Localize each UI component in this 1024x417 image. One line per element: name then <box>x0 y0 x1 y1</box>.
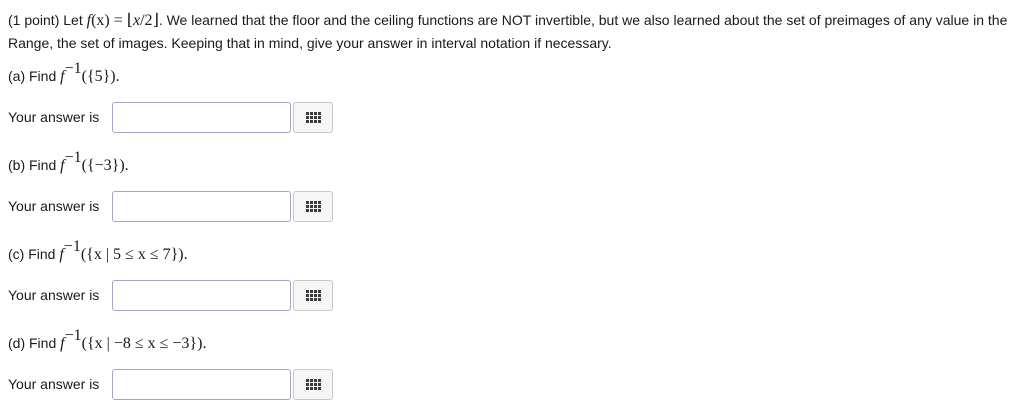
answer-input-c[interactable] <box>112 279 291 311</box>
answer-row-a: Your answer is <box>8 101 333 133</box>
math-f: f <box>60 157 65 174</box>
part-b-label: (b) Find <box>8 157 61 173</box>
answer-row-c: Your answer is <box>8 279 333 311</box>
math-inverse-exp: −1 <box>64 60 82 78</box>
answer-label: Your answer is <box>8 109 100 125</box>
math-arg: (x) = <box>91 12 127 29</box>
part-b-title: (b) Find f−1({−3}). <box>8 150 129 177</box>
floor-div: /2 <box>140 12 153 29</box>
point-label: (1 point) Let <box>8 12 87 28</box>
math-f: f <box>60 335 65 352</box>
answer-input-a[interactable] <box>112 101 291 133</box>
part-d-label: (d) Find <box>8 335 61 351</box>
problem-container: (1 point) Let f(x) = ⌊x/2⌋. We learned t… <box>0 0 1024 417</box>
part-d-set: ({x | −8 ≤ x ≤ −3}). <box>81 335 207 352</box>
part-c-label: (c) Find <box>8 246 60 262</box>
part-c-set: ({x | 5 ≤ x ≤ 7}). <box>80 246 188 263</box>
part-a-label: (a) Find <box>8 68 61 84</box>
answer-label: Your answer is <box>8 376 100 392</box>
part-b-set: ({−3}). <box>81 157 129 174</box>
grid-icon <box>305 289 321 301</box>
answer-row-d: Your answer is <box>8 368 333 400</box>
answer-input-d[interactable] <box>112 368 291 400</box>
grid-icon <box>305 378 321 390</box>
problem-statement: (1 point) Let f(x) = ⌊x/2⌋. We learned t… <box>8 9 1018 54</box>
equation-palette-button-c[interactable] <box>293 279 333 311</box>
answer-label: Your answer is <box>8 287 100 303</box>
part-d-title: (d) Find f−1({x | −8 ≤ x ≤ −3}). <box>8 328 207 355</box>
answer-label: Your answer is <box>8 198 100 214</box>
math-f: f <box>60 68 65 85</box>
math-inverse-exp: −1 <box>64 149 82 167</box>
grid-icon <box>305 200 321 212</box>
answer-input-b[interactable] <box>112 190 291 222</box>
equation-palette-button-b[interactable] <box>293 190 333 222</box>
problem-text: . We learned that the floor and the ceil… <box>8 12 1008 51</box>
math-inverse-exp: −1 <box>63 238 81 256</box>
part-c-title: (c) Find f−1({x | 5 ≤ x ≤ 7}). <box>8 239 188 266</box>
part-a-title: (a) Find f−1({5}). <box>8 61 120 88</box>
answer-row-b: Your answer is <box>8 190 333 222</box>
part-a-set: ({5}). <box>81 68 120 85</box>
grid-icon <box>305 111 321 123</box>
equation-palette-button-a[interactable] <box>293 101 333 133</box>
math-inverse-exp: −1 <box>64 327 82 345</box>
equation-palette-button-d[interactable] <box>293 368 333 400</box>
